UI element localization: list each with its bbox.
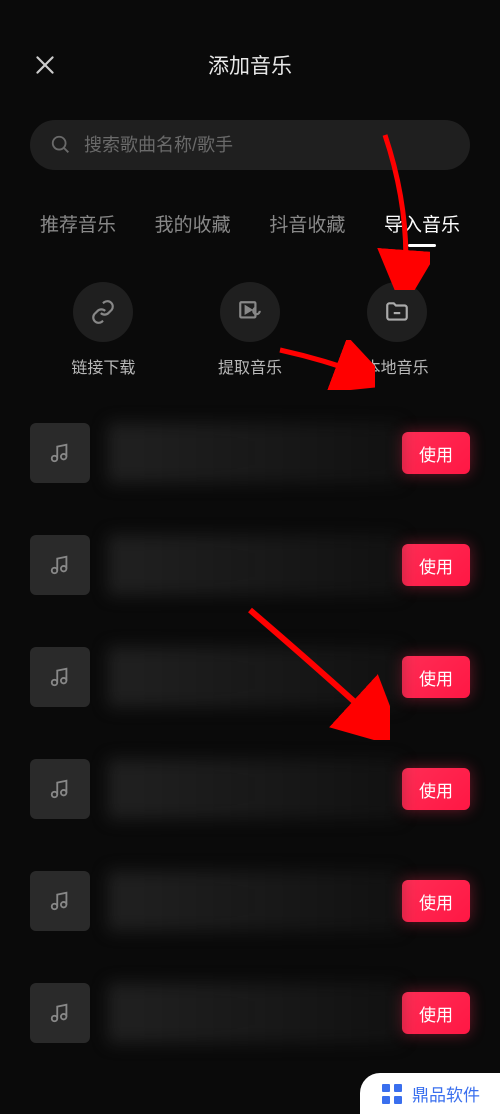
extract-icon [220,282,280,342]
music-thumbnail [30,423,90,483]
search-box[interactable] [30,120,470,170]
music-info [108,535,402,595]
close-icon [32,52,58,78]
import-options: 链接下载 提取音乐 本地音乐 [0,257,500,408]
music-info [108,871,402,931]
close-button[interactable] [30,50,60,80]
link-icon [73,282,133,342]
import-local-music[interactable]: 本地音乐 [365,282,429,378]
import-extract-music[interactable]: 提取音乐 [218,282,282,378]
music-item[interactable]: 使用 [30,408,470,498]
music-thumbnail [30,647,90,707]
tab-recommend[interactable]: 推荐音乐 [40,210,116,247]
music-thumbnail [30,535,90,595]
music-info [108,423,402,483]
tab-douyin-favorites[interactable]: 抖音收藏 [269,210,345,247]
search-icon [50,134,72,156]
music-info [108,983,402,1043]
watermark-text: 鼎品软件 [412,1081,480,1106]
use-button[interactable]: 使用 [402,432,470,474]
import-label: 提取音乐 [218,354,282,378]
music-item[interactable]: 使用 [30,632,470,722]
music-item[interactable]: 使用 [30,856,470,946]
page-title: 添加音乐 [208,50,292,80]
music-note-icon [49,778,71,800]
use-button[interactable]: 使用 [402,544,470,586]
use-button[interactable]: 使用 [402,768,470,810]
music-item[interactable]: 使用 [30,968,470,1058]
music-note-icon [49,666,71,688]
search-input[interactable] [84,135,450,156]
music-note-icon [49,442,71,464]
music-note-icon [49,554,71,576]
use-button[interactable]: 使用 [402,880,470,922]
import-link-download[interactable]: 链接下载 [71,282,135,378]
import-label: 本地音乐 [365,354,429,378]
music-item[interactable]: 使用 [30,520,470,610]
music-info [108,759,402,819]
folder-icon [367,282,427,342]
music-info [108,647,402,707]
music-thumbnail [30,759,90,819]
tab-import[interactable]: 导入音乐 [384,210,460,247]
use-button[interactable]: 使用 [402,992,470,1034]
music-thumbnail [30,871,90,931]
watermark-logo-icon [380,1082,404,1106]
tab-favorites[interactable]: 我的收藏 [155,210,231,247]
tabs: 推荐音乐 我的收藏 抖音收藏 导入音乐 [0,190,500,257]
import-label: 链接下载 [71,354,135,378]
music-note-icon [49,1002,71,1024]
use-button[interactable]: 使用 [402,656,470,698]
music-list: 使用 使用 使用 使用 使用 使用 [0,408,500,1058]
watermark: 鼎品软件 [360,1073,500,1114]
music-note-icon [49,890,71,912]
music-item[interactable]: 使用 [30,744,470,834]
header: 添加音乐 [0,30,500,100]
music-thumbnail [30,983,90,1043]
